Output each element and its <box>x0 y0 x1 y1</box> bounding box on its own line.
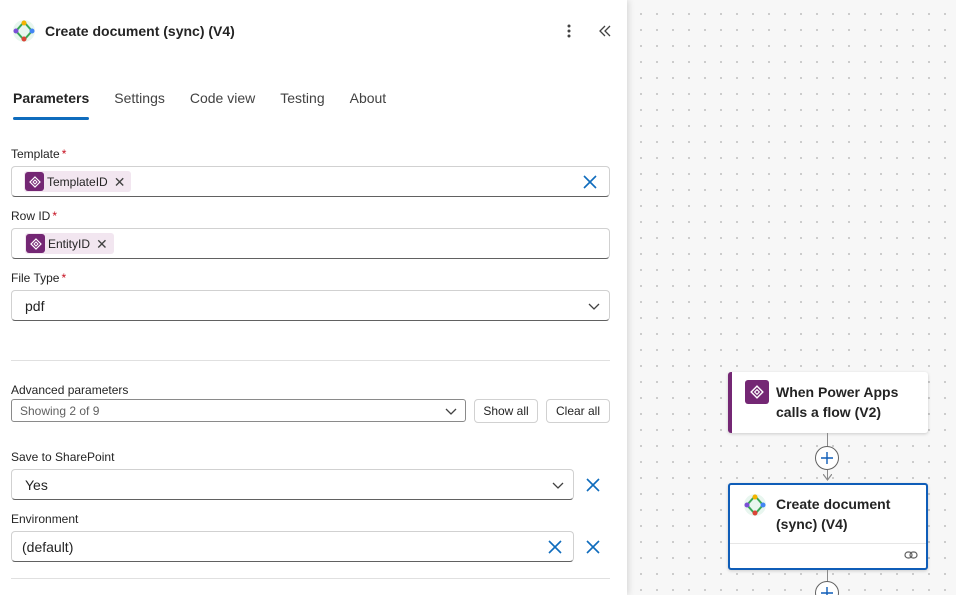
tab-parameters[interactable]: Parameters <box>0 86 101 120</box>
more-options-button[interactable] <box>557 19 581 43</box>
tab-about[interactable]: About <box>337 86 399 120</box>
row-id-input[interactable]: EntityID ✕ <box>11 228 610 259</box>
remove-token-icon[interactable]: ✕ <box>114 175 126 189</box>
clear-template-button[interactable] <box>580 172 600 192</box>
token-label: EntityID <box>48 236 91 251</box>
plus-icon <box>821 587 833 595</box>
required-marker: * <box>61 147 67 161</box>
show-all-button[interactable]: Show all <box>474 399 538 423</box>
remove-environment-button[interactable] <box>583 537 603 557</box>
advanced-parameters-select[interactable]: Showing 2 of 9 <box>11 399 466 422</box>
action-node-title: Create document (sync) (V4) <box>776 496 891 532</box>
section-divider <box>11 360 610 361</box>
save-to-sharepoint-select[interactable]: Yes <box>11 469 574 500</box>
node-divider <box>730 543 926 544</box>
row-id-token[interactable]: EntityID ✕ <box>25 233 114 254</box>
tab-testing[interactable]: Testing <box>267 86 336 120</box>
required-marker: * <box>52 209 58 223</box>
panel-header: Create document (sync) (V4) <box>0 0 627 62</box>
action-details-panel: Create document (sync) (V4) Parameters S… <box>0 0 627 595</box>
clear-environment-button[interactable] <box>545 537 565 557</box>
environment-input[interactable]: (default) <box>11 531 574 562</box>
power-apps-icon <box>26 234 45 253</box>
save-to-sharepoint-value: Yes <box>25 477 48 493</box>
chevron-down-icon <box>588 303 600 310</box>
file-type-select[interactable]: pdf <box>11 290 610 321</box>
row-id-label: Row ID * <box>11 209 58 223</box>
connector-logo-icon <box>13 20 35 42</box>
close-icon <box>548 540 562 554</box>
token-label: TemplateID <box>47 174 108 189</box>
advanced-parameters-value: Showing 2 of 9 <box>20 404 100 418</box>
tab-code-view[interactable]: Code view <box>177 86 267 120</box>
action-node[interactable]: Create document (sync) (V4) <box>728 483 928 570</box>
remove-save-to-sharepoint-button[interactable] <box>583 475 603 495</box>
plus-icon <box>821 452 833 464</box>
trigger-node-title: When Power Apps calls a flow (V2) <box>776 384 899 420</box>
arrow-down-icon <box>823 474 832 481</box>
double-chevron-left-icon <box>599 25 611 37</box>
panel-title: Create document (sync) (V4) <box>45 23 235 39</box>
power-apps-icon <box>25 172 44 191</box>
link-icon <box>904 551 918 559</box>
tab-list: Parameters Settings Code view Testing Ab… <box>0 86 398 122</box>
close-icon <box>583 175 597 189</box>
required-marker: * <box>61 271 67 285</box>
close-icon <box>586 540 600 554</box>
close-icon <box>586 478 600 492</box>
trigger-node[interactable]: When Power Apps calls a flow (V2) <box>728 372 928 433</box>
collapse-panel-button[interactable] <box>593 19 617 43</box>
tab-settings[interactable]: Settings <box>101 86 177 120</box>
clear-all-button[interactable]: Clear all <box>546 399 610 423</box>
power-apps-icon <box>745 380 769 404</box>
insert-step-button[interactable] <box>815 581 839 595</box>
remove-token-icon[interactable]: ✕ <box>96 237 108 251</box>
advanced-parameters-label: Advanced parameters <box>11 383 129 397</box>
section-divider <box>11 578 610 579</box>
environment-label: Environment <box>11 512 79 526</box>
more-vertical-icon <box>567 24 571 38</box>
template-token[interactable]: TemplateID ✕ <box>24 171 132 192</box>
environment-value: (default) <box>22 539 74 555</box>
template-label: Template * <box>11 147 67 161</box>
file-type-value: pdf <box>25 298 45 314</box>
template-input[interactable]: TemplateID ✕ <box>11 166 610 197</box>
chevron-down-icon <box>552 482 564 489</box>
save-to-sharepoint-label: Save to SharePoint <box>11 450 115 464</box>
insert-step-button[interactable] <box>815 446 839 470</box>
chevron-down-icon <box>445 408 457 415</box>
flow-canvas[interactable]: When Power Apps calls a flow (V2) Create… <box>627 0 956 595</box>
connector-logo-icon <box>744 494 766 516</box>
file-type-label: File Type * <box>11 271 67 285</box>
